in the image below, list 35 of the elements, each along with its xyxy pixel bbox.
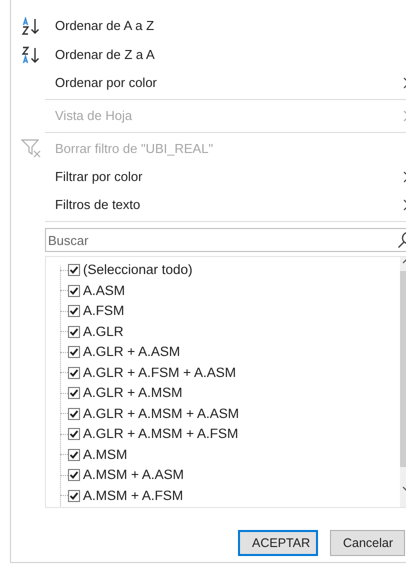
checkbox[interactable]	[68, 469, 80, 482]
value-label[interactable]: A.GLR	[83, 322, 124, 342]
value-label[interactable]: A.ASM	[83, 280, 126, 301]
dialog-button[interactable]: Cancelar	[330, 530, 405, 556]
value-label[interactable]: A.GLR + A.MSM	[83, 383, 182, 404]
checkbox[interactable]	[68, 305, 80, 318]
menu-item[interactable]: Ordenar de A a Z	[11, 11, 406, 41]
value-label[interactable]: A.MSM	[83, 444, 128, 465]
menu-item[interactable]: Filtrar por color	[11, 163, 406, 191]
sort-ascending-icon	[21, 17, 41, 35]
menu-item[interactable]: Ordenar por color	[11, 69, 406, 102]
value-label[interactable]: A.MSM + A.ASM	[83, 465, 184, 486]
value-label[interactable]: A.GLR + A.ASM	[83, 342, 180, 362]
sort-descending-icon	[21, 46, 41, 64]
checkbox[interactable]	[68, 448, 80, 461]
menu-item[interactable]: Ordenar de Z a A	[11, 41, 406, 69]
checkbox[interactable]	[68, 408, 80, 420]
dialog-button[interactable]: ACEPTAR	[238, 530, 318, 556]
search-field[interactable]: Buscar	[45, 228, 406, 252]
value-label[interactable]: A.FSM	[83, 301, 124, 322]
checkbox[interactable]	[68, 387, 80, 400]
checkbox[interactable]	[68, 346, 80, 358]
clear-filter-icon	[21, 139, 43, 159]
checkbox[interactable]	[68, 428, 80, 440]
value-label[interactable]: (Seleccionar todo)	[83, 260, 193, 280]
value-label[interactable]: A.GLR + A.MSM + A.FSM	[83, 424, 238, 444]
checkbox[interactable]	[68, 366, 80, 379]
value-label[interactable]: A.GLR + A.MSM + A.ASM	[83, 404, 240, 424]
checkbox[interactable]	[68, 284, 80, 297]
checkbox[interactable]	[68, 326, 80, 338]
value-label[interactable]: A.MSM + A.FSM	[83, 486, 184, 506]
checkbox[interactable]	[68, 264, 80, 276]
menu-item[interactable]: Filtros de texto	[11, 191, 406, 224]
value-label[interactable]: A.GLR + A.FSM + A.ASM	[83, 362, 236, 383]
checkbox[interactable]	[68, 490, 80, 502]
